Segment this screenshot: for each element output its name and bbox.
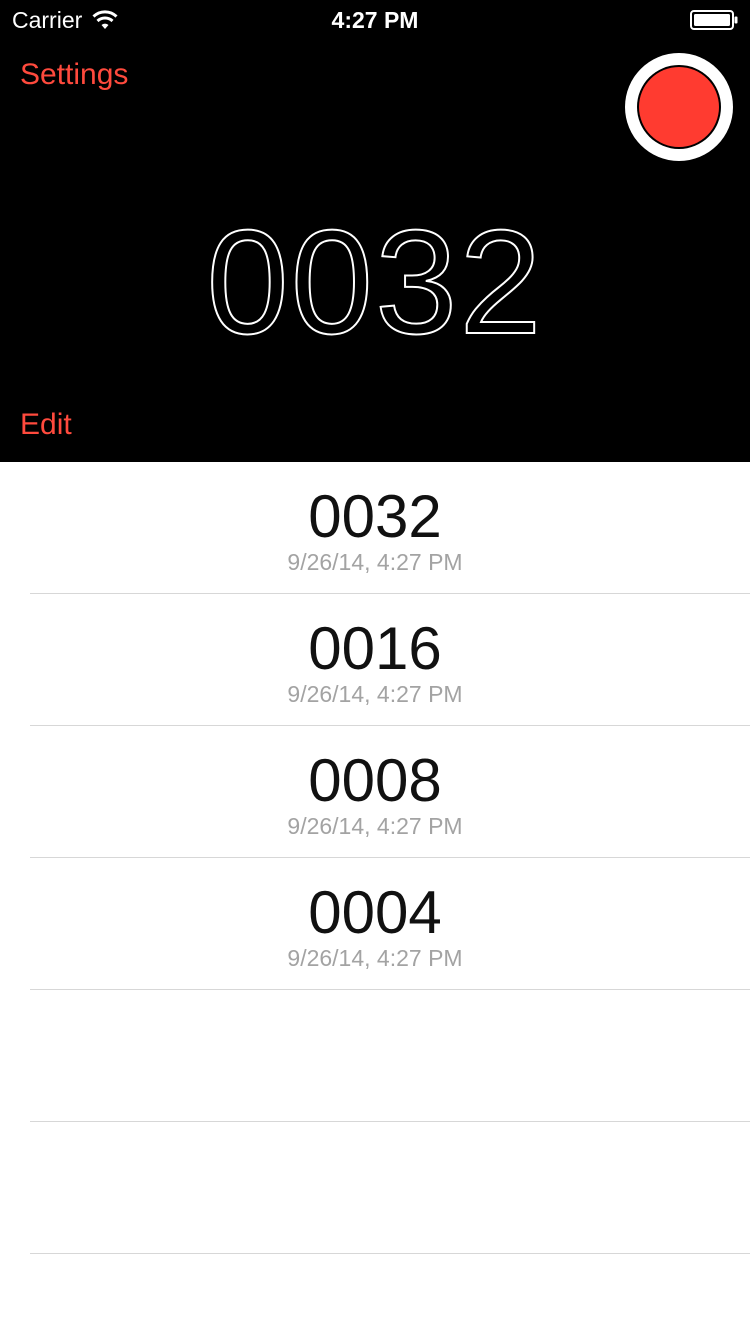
list-item-timestamp: 9/26/14, 4:27 PM bbox=[287, 945, 463, 971]
list-item[interactable]: 0032 9/26/14, 4:27 PM bbox=[30, 462, 750, 594]
record-icon bbox=[639, 67, 719, 147]
list-item-timestamp: 9/26/14, 4:27 PM bbox=[287, 813, 463, 839]
status-clock: 4:27 PM bbox=[331, 7, 419, 33]
current-counter: 0032 bbox=[205, 199, 544, 366]
list-item-count: 0008 bbox=[308, 747, 442, 814]
status-bar: Carrier 4:27 PM bbox=[0, 0, 750, 40]
app-screen: Carrier 4:27 PM Settings 0032 Edit 0032 bbox=[0, 0, 750, 1334]
recordings-list: 0032 9/26/14, 4:27 PM 0016 9/26/14, 4:27… bbox=[0, 462, 750, 1254]
settings-button[interactable]: Settings bbox=[20, 56, 128, 94]
list-item-count: 0016 bbox=[308, 615, 442, 682]
empty-list-item bbox=[30, 990, 750, 1122]
list-item-count: 0004 bbox=[308, 879, 442, 946]
record-button[interactable] bbox=[625, 53, 733, 161]
edit-button[interactable]: Edit bbox=[20, 406, 72, 444]
header-panel: Carrier 4:27 PM Settings 0032 Edit bbox=[0, 0, 750, 462]
list-item[interactable]: 0016 9/26/14, 4:27 PM bbox=[30, 594, 750, 726]
list-item-timestamp: 9/26/14, 4:27 PM bbox=[287, 549, 463, 575]
list-item-count: 0032 bbox=[308, 483, 442, 550]
list-item[interactable]: 0004 9/26/14, 4:27 PM bbox=[30, 858, 750, 990]
empty-list-item bbox=[30, 1122, 750, 1254]
battery-icon bbox=[690, 10, 738, 30]
list-item[interactable]: 0008 9/26/14, 4:27 PM bbox=[30, 726, 750, 858]
list-item-timestamp: 9/26/14, 4:27 PM bbox=[287, 681, 463, 707]
